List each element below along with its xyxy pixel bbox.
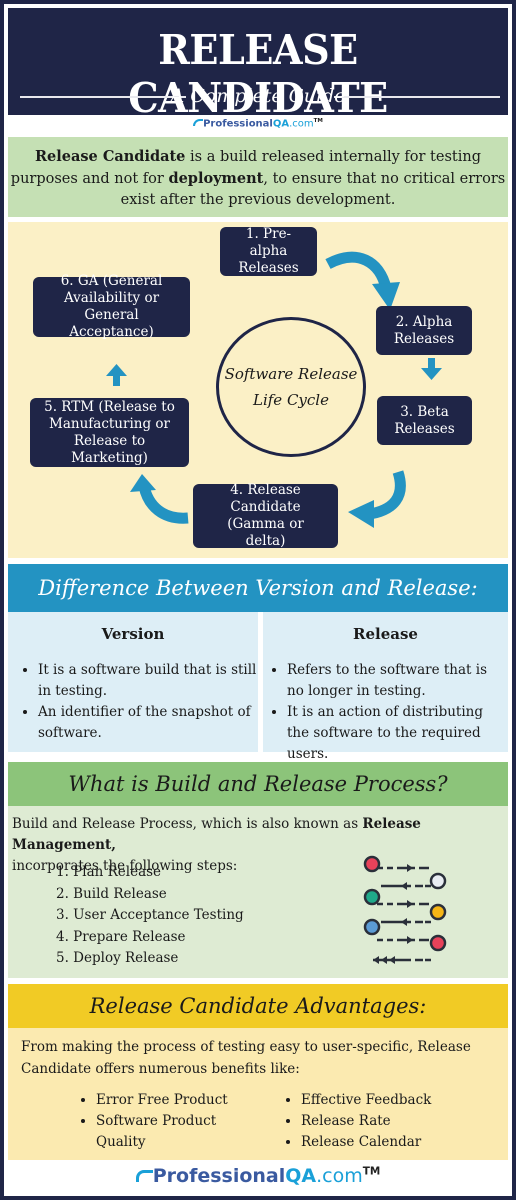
stage-rtm: 5. RTM (Release to Manufacturing or Rele… — [30, 398, 189, 467]
stage-release-candidate: 4. Release Candidate (Gamma or delta) — [193, 482, 338, 549]
list-item: 2. Build Release — [56, 885, 167, 902]
logo-text-qa: QA — [272, 118, 290, 130]
logo-text-com: .com — [289, 118, 314, 130]
brand-logo-bottom: ProfessionalQA.comTM — [0, 1165, 516, 1187]
build-section-body: Build and Release Process, which is also… — [8, 806, 508, 978]
advantages-intro: From making the process of testing easy … — [21, 1039, 471, 1077]
stage-alpha: 2. Alpha Releases — [376, 306, 472, 355]
page-subtitle: A Complete Guide — [170, 85, 346, 107]
release-column: Release Refers to the software that is n… — [263, 612, 508, 762]
logo-trademark: TM — [313, 118, 323, 124]
logo-arc-icon — [193, 119, 204, 127]
process-dot — [363, 918, 381, 936]
release-lifecycle-diagram: Software Release Life Cycle 1. Pre-alpha… — [8, 222, 508, 558]
advantages-list-right: Effective Feedback Release Rate Release … — [283, 1090, 501, 1153]
list-item: Release Calendar — [301, 1132, 501, 1153]
build-intro-text: Build and Release Process, which is also… — [12, 816, 363, 832]
process-dot — [429, 903, 447, 921]
logo-text-com: .com — [316, 1165, 363, 1187]
logo-trademark: TM — [362, 1165, 381, 1178]
list-item: 1. Plan Release — [56, 864, 162, 880]
version-list: It is a software build that is still in … — [8, 660, 258, 744]
section-heading-advantages: Release Candidate Advantages: — [8, 984, 508, 1028]
list-item: Effective Feedback — [301, 1090, 501, 1111]
arrow-icon — [421, 358, 442, 380]
logo-arc-icon — [135, 1170, 153, 1182]
intro-definition: Release Candidate is a build released in… — [8, 137, 508, 217]
list-item: An identifier of the snapshot of softwar… — [38, 702, 258, 744]
process-dot — [429, 934, 447, 952]
advantages-section-body: From making the process of testing easy … — [8, 1028, 508, 1160]
logo-text-qa: QA — [285, 1165, 317, 1187]
stage-ga: 6. GA (General Availability or General A… — [33, 273, 190, 340]
logo-text: Professional — [152, 1165, 286, 1187]
list-item: 4. Prepare Release — [56, 928, 186, 945]
process-dot — [363, 855, 381, 873]
logo-text: Professional — [203, 118, 273, 130]
advantages-list-left: Error Free Product Software Product Qual… — [78, 1090, 256, 1153]
build-steps-list: 1. Plan Release 2. Build Release 3. User… — [56, 862, 244, 970]
version-column: Version It is a software build that is s… — [8, 612, 258, 752]
brand-logo-top: ProfessionalQA.comTM — [0, 118, 516, 129]
column-title: Version — [101, 625, 165, 643]
arrow-icon — [106, 364, 127, 386]
column-title: Release — [353, 625, 418, 643]
list-item: It is an action of distributing the soft… — [287, 702, 508, 765]
stage-pre-alpha: 1. Pre-alpha Releases — [220, 226, 317, 276]
list-item: It is a software build that is still in … — [38, 660, 258, 702]
section-heading-difference: Difference Between Version and Release: — [8, 564, 508, 612]
intro-bold-term: Release Candidate — [34, 148, 186, 165]
lifecycle-center-label: Software Release Life Cycle — [216, 317, 366, 457]
arrow-icon — [325, 251, 400, 310]
header-banner: RELEASE CANDIDATE A Complete Guide — [8, 8, 508, 122]
arrow-icon — [348, 470, 406, 528]
list-item: Software Product Quality — [96, 1111, 256, 1153]
list-item: Error Free Product — [96, 1090, 256, 1111]
subtitle-row: A Complete Guide — [8, 84, 508, 108]
list-item: 3. User Acceptance Testing — [56, 907, 244, 923]
process-flow-icon — [363, 855, 447, 964]
arrow-icon — [130, 474, 189, 524]
intro-bold-term: deployment — [168, 170, 264, 187]
section-heading-build: What is Build and Release Process? — [8, 762, 508, 806]
list-item: Release Rate — [301, 1111, 501, 1132]
list-item: Refers to the software that is no longer… — [287, 660, 508, 702]
process-dot — [429, 872, 447, 890]
process-dot — [363, 888, 381, 906]
release-list: Refers to the software that is no longer… — [263, 660, 508, 765]
stage-beta: 3. Beta Releases — [377, 396, 472, 445]
list-item: 5. Deploy Release — [56, 950, 179, 966]
center-label-line: Life Cycle — [253, 391, 329, 409]
center-label-line: Software Release — [224, 365, 358, 383]
